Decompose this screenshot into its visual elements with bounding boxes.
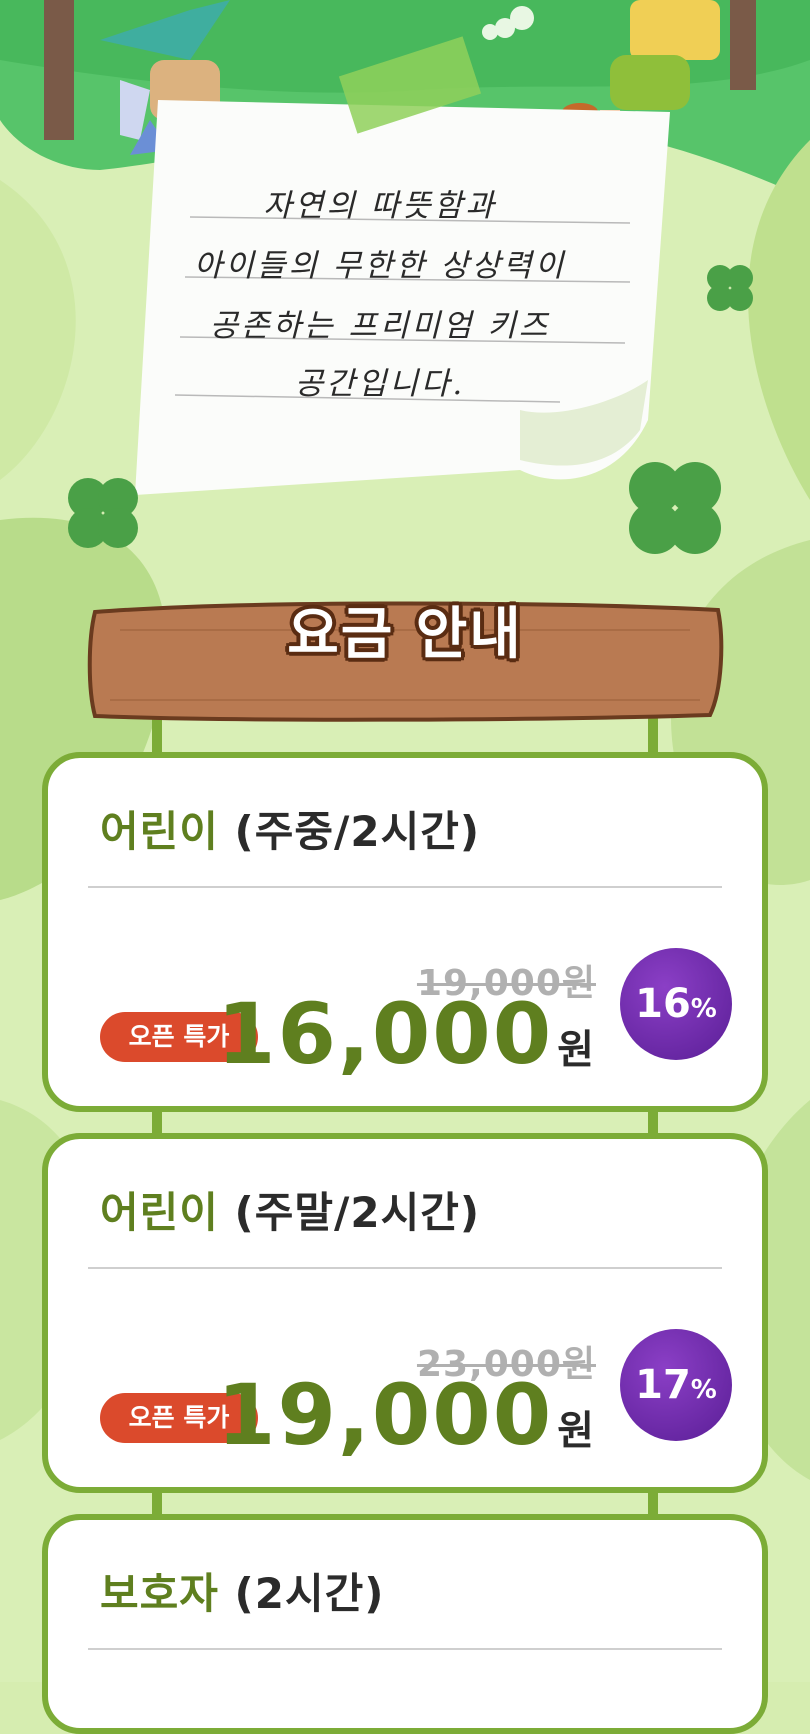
discount-badge: 17%	[620, 1329, 732, 1441]
card-title-detail: (주말/2시간)	[218, 1188, 481, 1237]
price-unit: 원	[557, 1027, 596, 1073]
sale-price: 19,000 원	[217, 1365, 596, 1481]
discount-unit: %	[690, 994, 717, 1024]
card-divider	[88, 1648, 722, 1650]
card-title-detail: (2시간)	[218, 1569, 385, 1618]
card-title-main: 보호자	[100, 1569, 219, 1618]
note-line-1: 자연의 따뜻함과	[263, 188, 497, 224]
note-line-4: 공간입니다.	[294, 366, 466, 402]
card-title-detail: (주중/2시간)	[218, 807, 481, 856]
discount-badge: 16%	[620, 948, 732, 1060]
card-divider	[88, 886, 722, 888]
price-unit: 원	[557, 1408, 596, 1454]
discount-unit: %	[690, 1375, 717, 1405]
card-divider	[88, 1267, 722, 1269]
card-title: 보호자 (2시간)	[100, 1560, 384, 1621]
card-title-main: 어린이	[100, 807, 219, 856]
sale-price: 16,000 원	[217, 984, 596, 1100]
discount-value: 16	[635, 981, 691, 1027]
price-card-weekday: 어린이 (주중/2시간) 19,000원 오픈 특가 16,000 원 16%	[42, 752, 768, 1112]
note-line-2: 아이들의 무한한 상상력이	[193, 248, 567, 284]
price-card-weekend: 어린이 (주말/2시간) 23,000원 오픈 특가 19,000 원 17%	[42, 1133, 768, 1493]
sale-price-value: 16,000	[217, 985, 554, 1083]
sale-price-value: 19,000	[217, 1366, 554, 1464]
card-title: 어린이 (주중/2시간)	[100, 798, 480, 859]
pricing-sign-title: 요금 안내	[287, 602, 523, 667]
card-title: 어린이 (주말/2시간)	[100, 1179, 480, 1240]
discount-value: 17	[635, 1362, 691, 1408]
card-title-main: 어린이	[100, 1188, 219, 1237]
price-card-guardian: 보호자 (2시간)	[42, 1514, 768, 1734]
note-line-3: 공존하는 프리미엄 키즈	[209, 308, 551, 344]
